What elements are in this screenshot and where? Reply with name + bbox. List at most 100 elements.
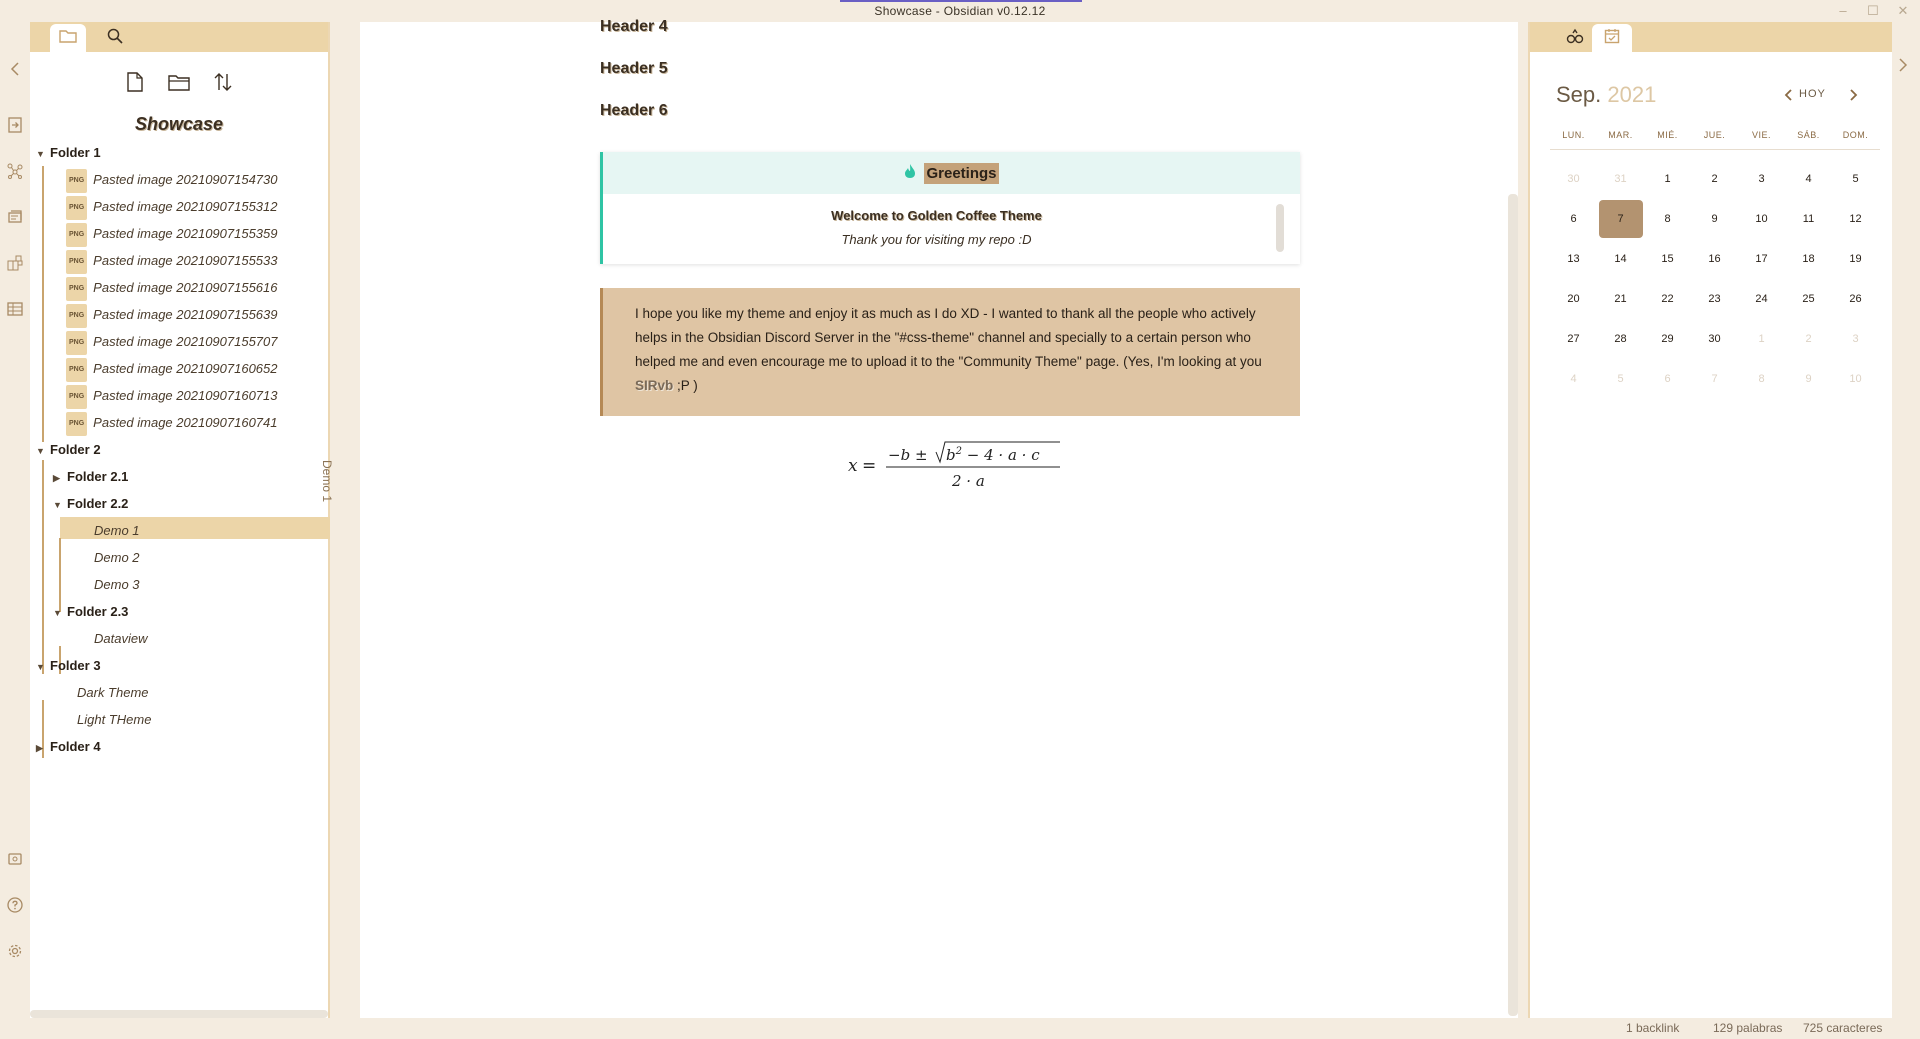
vault-name[interactable]: Showcase: [30, 114, 328, 135]
calendar-day[interactable]: 16: [1693, 240, 1737, 278]
tree-folder[interactable]: ▼ Folder 2: [36, 439, 101, 461]
calendar-day[interactable]: 28: [1599, 320, 1643, 358]
calendar-day[interactable]: 17: [1740, 240, 1784, 278]
calendar-day[interactable]: 5: [1599, 360, 1643, 398]
tree-folder[interactable]: ▼ Folder 3: [36, 655, 101, 677]
tree-folder[interactable]: ▶ Folder 2.1: [53, 466, 128, 488]
calendar-day-today[interactable]: 7: [1598, 200, 1643, 238]
calendar-day[interactable]: 15: [1646, 240, 1690, 278]
tree-file[interactable]: Light THeme: [77, 709, 151, 731]
table-icon[interactable]: [4, 298, 26, 320]
minimize-button[interactable]: –: [1830, 2, 1856, 20]
calendar-day[interactable]: 13: [1552, 240, 1596, 278]
calendar-day[interactable]: 8: [1740, 360, 1784, 398]
graph-view-icon[interactable]: [4, 160, 26, 182]
calendar-day[interactable]: 18: [1787, 240, 1831, 278]
calendar-day[interactable]: 4: [1787, 160, 1831, 198]
new-folder-button[interactable]: [165, 70, 193, 98]
collapsed-pane-tab[interactable]: Demo 1: [320, 460, 334, 540]
calendar-day[interactable]: 19: [1834, 240, 1878, 278]
calendar-day[interactable]: 31: [1599, 160, 1643, 198]
tree-file[interactable]: PNG Pasted image 20210907155616: [66, 277, 278, 301]
maximize-button[interactable]: ☐: [1860, 2, 1886, 20]
tree-folder[interactable]: ▼ Folder 2.2: [53, 493, 128, 515]
chevron-left-icon[interactable]: [4, 58, 26, 80]
horizontal-scrollbar[interactable]: [30, 1010, 328, 1018]
tree-file[interactable]: Dark Theme: [77, 682, 149, 704]
chevron-down-icon: ▼: [36, 662, 45, 672]
calendar-day[interactable]: 10: [1740, 200, 1784, 238]
tree-file[interactable]: PNG Pasted image 20210907155533: [66, 250, 278, 274]
png-badge: PNG: [66, 304, 88, 328]
tree-file[interactable]: Demo 2: [94, 547, 140, 569]
png-badge: PNG: [66, 169, 88, 193]
calendar-day[interactable]: 25: [1787, 280, 1831, 318]
chevron-right-icon: ▶: [53, 473, 60, 483]
calendar-day[interactable]: 8: [1646, 200, 1690, 238]
calendar-day[interactable]: 30: [1552, 160, 1596, 198]
tree-file[interactable]: Dataview: [94, 628, 147, 650]
calendar-day[interactable]: 9: [1693, 200, 1737, 238]
calendar-day[interactable]: 2: [1693, 160, 1737, 198]
callout-scrollbar[interactable]: [1276, 204, 1284, 252]
tree-file-selected[interactable]: Demo 1: [94, 520, 140, 542]
calendar-day[interactable]: 22: [1646, 280, 1690, 318]
calendar-prev-icon[interactable]: [1784, 88, 1792, 104]
calendar-day[interactable]: 24: [1740, 280, 1784, 318]
tab-outgoing-links[interactable]: [1560, 24, 1590, 52]
calendar-day[interactable]: 30: [1693, 320, 1737, 358]
calendar-day[interactable]: 23: [1693, 280, 1737, 318]
calendar-day[interactable]: 27: [1552, 320, 1596, 358]
chevron-right-icon[interactable]: [1898, 58, 1908, 77]
calendar-day[interactable]: 7: [1693, 360, 1737, 398]
calendar-day[interactable]: 3: [1834, 320, 1878, 358]
calendar-day[interactable]: 9: [1787, 360, 1831, 398]
calendar-day[interactable]: 1: [1740, 320, 1784, 358]
weekday-header: VIE.: [1751, 130, 1771, 140]
change-sort-order-button[interactable]: [209, 70, 237, 98]
kanban-board-icon[interactable]: [4, 252, 26, 274]
tree-file[interactable]: PNG Pasted image 20210907155312: [66, 196, 278, 220]
calendar-day[interactable]: 10: [1834, 360, 1878, 398]
calendar-day[interactable]: 14: [1599, 240, 1643, 278]
tree-folder[interactable]: ▼ Folder 2.3: [53, 601, 128, 623]
tree-file[interactable]: PNG Pasted image 20210907154730: [66, 169, 278, 193]
tree-file[interactable]: Demo 3: [94, 574, 140, 596]
calendar-day[interactable]: 6: [1646, 360, 1690, 398]
calendar-day[interactable]: 20: [1552, 280, 1596, 318]
calendar-day[interactable]: 12: [1834, 200, 1878, 238]
calendar-day[interactable]: 1: [1646, 160, 1690, 198]
calendar-next-icon[interactable]: [1850, 88, 1858, 104]
open-quick-switcher-icon[interactable]: [4, 114, 26, 136]
calendar-day[interactable]: 5: [1834, 160, 1878, 198]
tree-file[interactable]: PNG Pasted image 20210907155639: [66, 304, 278, 328]
tab-calendar[interactable]: [1592, 24, 1632, 52]
vault-icon[interactable]: [4, 848, 26, 870]
png-badge: PNG: [66, 196, 88, 220]
calendar-today-button[interactable]: HOY: [1799, 88, 1826, 100]
tree-file[interactable]: PNG Pasted image 20210907160741: [66, 412, 278, 436]
editor-scrollbar[interactable]: [1508, 194, 1518, 1016]
tree-folder[interactable]: ▶ Folder 4: [36, 736, 101, 758]
tree-folder[interactable]: ▼ Folder 1: [36, 142, 101, 164]
help-icon[interactable]: [4, 894, 26, 916]
tab-search[interactable]: [100, 24, 130, 52]
tree-file[interactable]: PNG Pasted image 20210907155359: [66, 223, 278, 247]
tab-file-explorer[interactable]: [50, 24, 86, 52]
new-note-button[interactable]: [121, 70, 149, 98]
calendar-day[interactable]: 6: [1552, 200, 1596, 238]
close-button[interactable]: ✕: [1890, 2, 1916, 20]
calendar-day[interactable]: 3: [1740, 160, 1784, 198]
tree-file[interactable]: PNG Pasted image 20210907155707: [66, 331, 278, 355]
calendar-day[interactable]: 4: [1552, 360, 1596, 398]
tree-file[interactable]: PNG Pasted image 20210907160652: [66, 358, 278, 382]
open-daily-note-icon[interactable]: [4, 206, 26, 228]
calendar-day[interactable]: 26: [1834, 280, 1878, 318]
settings-icon[interactable]: [4, 940, 26, 962]
tree-file[interactable]: PNG Pasted image 20210907160713: [66, 385, 278, 409]
calendar-day[interactable]: 29: [1646, 320, 1690, 358]
status-backlinks[interactable]: 1 backlink: [1626, 1021, 1679, 1035]
calendar-day[interactable]: 2: [1787, 320, 1831, 358]
calendar-day[interactable]: 11: [1787, 200, 1831, 238]
calendar-day[interactable]: 21: [1599, 280, 1643, 318]
